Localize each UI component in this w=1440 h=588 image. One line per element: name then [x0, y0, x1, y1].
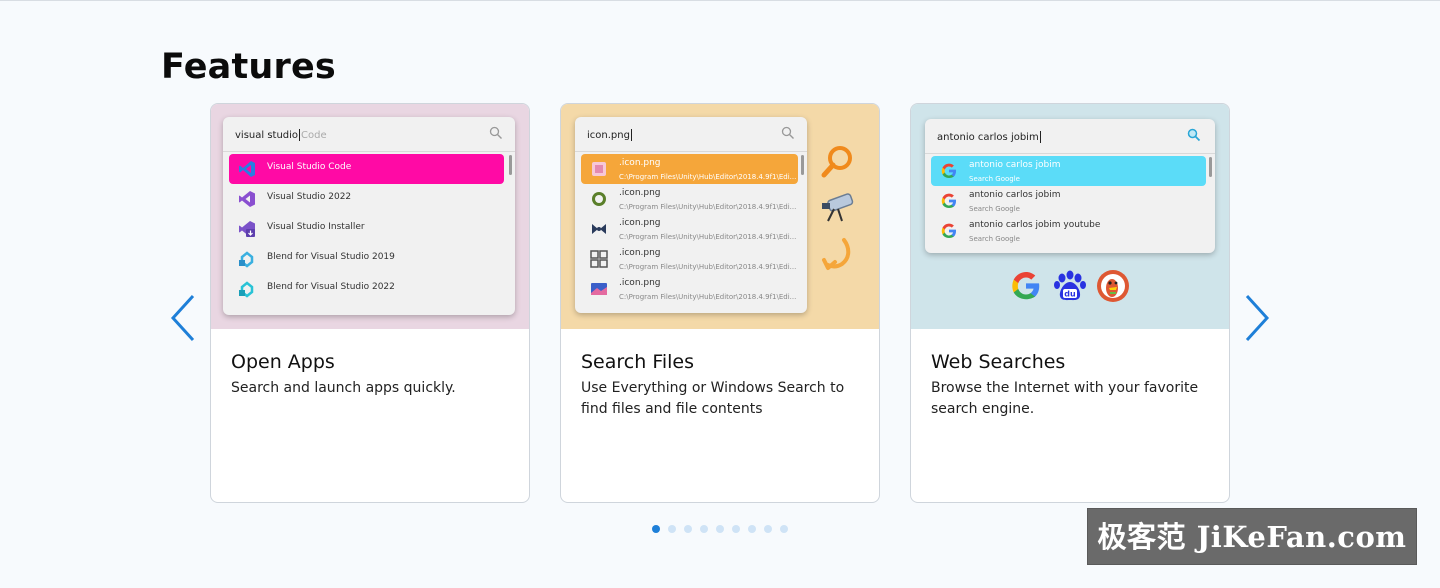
- google-icon: [941, 163, 956, 178]
- launcher-scrollbar: [509, 155, 512, 175]
- result-row: antonio carlos jobim youtube Search Goog…: [931, 216, 1206, 246]
- visual-studio-icon: [239, 191, 255, 207]
- pagination-dot[interactable]: [748, 525, 756, 533]
- launcher-scrollbar: [1209, 157, 1212, 177]
- blend-icon: [239, 251, 254, 268]
- google-icon: [1012, 272, 1040, 300]
- card-preview-image: visual studio Code Visual Studio Code Vi…: [211, 104, 529, 329]
- chevron-left-icon: [170, 294, 195, 342]
- result-row: .icon.png C:\Program Files\Unity\Hub\Edi…: [581, 214, 798, 244]
- telescope-icon: [822, 193, 854, 222]
- file-icon: [592, 162, 606, 176]
- chevron-right-icon: [1245, 294, 1270, 342]
- launcher-window: icon.png .icon.png C:\Program Files\Unit…: [575, 117, 807, 313]
- result-row: Visual Studio Code: [229, 154, 504, 184]
- section-heading: Features: [161, 47, 336, 87]
- pagination-dot[interactable]: [668, 525, 676, 533]
- pagination-dot[interactable]: [700, 525, 708, 533]
- top-divider: [0, 0, 1440, 1]
- pagination-dot[interactable]: [780, 525, 788, 533]
- baidu-icon: du: [1054, 270, 1086, 301]
- pagination-dot[interactable]: [684, 525, 692, 533]
- card-title: Open Apps: [231, 351, 335, 373]
- search-icon: [781, 126, 794, 139]
- google-icon: [941, 193, 956, 208]
- result-row: .icon.png C:\Program Files\Unity\Hub\Edi…: [581, 244, 798, 274]
- google-icon: [941, 223, 956, 238]
- search-icon: [489, 126, 502, 139]
- card-description: Use Everything or Windows Search to find…: [581, 380, 845, 417]
- carousel-prev-button[interactable]: [169, 293, 199, 343]
- launcher-query: icon.png: [587, 129, 632, 141]
- card-title: Web Searches: [931, 351, 1066, 373]
- file-icon: [592, 224, 606, 234]
- result-row: .icon.png C:\Program Files\Unity\Hub\Edi…: [581, 274, 798, 304]
- file-icon: [592, 192, 606, 206]
- blend-icon: [239, 281, 254, 298]
- feature-card-open-apps[interactable]: visual studio Code Visual Studio Code Vi…: [210, 103, 530, 503]
- pagination-dot[interactable]: [732, 525, 740, 533]
- result-row: antonio carlos jobim Search Google: [931, 186, 1206, 216]
- result-row: Visual Studio 2022: [229, 184, 504, 214]
- pagination-dot[interactable]: [716, 525, 724, 533]
- result-row: antonio carlos jobim Search Google: [931, 156, 1206, 186]
- card-title: Search Files: [581, 351, 695, 373]
- watermark: 极客范 JiKeFan.com: [1087, 508, 1417, 565]
- launcher-divider: [223, 151, 515, 152]
- pagination-dot[interactable]: [764, 525, 772, 533]
- card-description: Search and launch apps quickly.: [231, 380, 456, 396]
- search-icon: [1187, 128, 1201, 142]
- result-row: .icon.png C:\Program Files\Unity\Hub\Edi…: [581, 154, 798, 184]
- pagination-dot[interactable]: [652, 525, 660, 533]
- launcher-scrollbar: [801, 155, 804, 175]
- launcher-query: antonio carlos jobim: [937, 131, 1041, 143]
- result-row: Blend for Visual Studio 2019: [229, 244, 504, 274]
- refresh-arrow-icon: [822, 238, 851, 270]
- card-preview-image: icon.png .icon.png C:\Program Files\Unit…: [561, 104, 879, 329]
- file-icon: [590, 250, 608, 268]
- svg-text:du: du: [1064, 290, 1076, 299]
- launcher-divider: [575, 151, 807, 152]
- file-icon: [591, 283, 607, 295]
- vscode-icon: [239, 161, 255, 177]
- card-preview-image: antonio carlos jobim antonio carlos jobi…: [911, 104, 1229, 329]
- launcher-divider: [925, 153, 1215, 154]
- card-description: Browse the Internet with your favorite s…: [931, 380, 1199, 417]
- carousel-next-button[interactable]: [1241, 293, 1271, 343]
- launcher-window: visual studio Code Visual Studio Code Vi…: [223, 117, 515, 315]
- feature-card-search-files[interactable]: icon.png .icon.png C:\Program Files\Unit…: [560, 103, 880, 503]
- launcher-window: antonio carlos jobim antonio carlos jobi…: [925, 119, 1215, 253]
- feature-card-web-searches[interactable]: antonio carlos jobim antonio carlos jobi…: [910, 103, 1230, 503]
- launcher-query: visual studio Code: [235, 129, 327, 141]
- magnifier-icon: [821, 146, 852, 178]
- duckduckgo-icon: [1097, 270, 1129, 302]
- result-row: Blend for Visual Studio 2022: [229, 274, 504, 304]
- vs-installer-icon: [239, 221, 255, 237]
- result-row: .icon.png C:\Program Files\Unity\Hub\Edi…: [581, 184, 798, 214]
- result-row: Visual Studio Installer: [229, 214, 504, 244]
